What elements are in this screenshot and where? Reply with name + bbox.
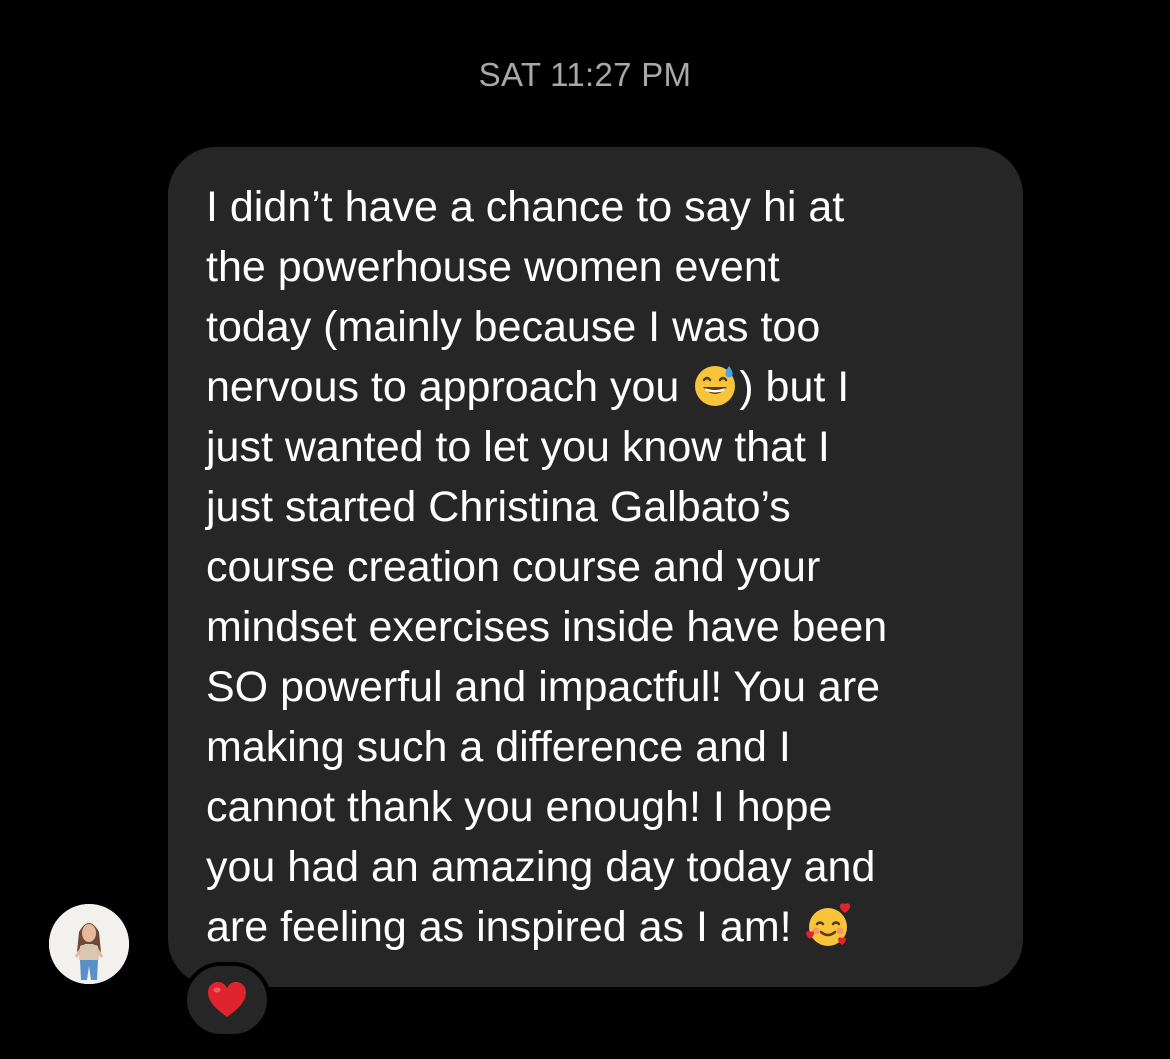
message-line: mindset exercises inside have been [206,603,888,651]
reaction-badge[interactable] [183,962,271,1038]
message-line: just wanted to let you know that I [206,423,830,471]
message-line: course creation course and your [206,543,821,591]
message-text: I didn’t have a chance to say hi at the … [206,177,993,957]
message-line-segment: are feeling as inspired as I am! [206,903,804,951]
message-line: cannot thank you enough! I hope [206,783,833,831]
sender-avatar[interactable] [49,904,129,984]
message-line: SO powerful and impactful! You are [206,663,881,711]
message-line-segment: ) but I [739,363,850,411]
message-line: are feeling as inspired as I am! [206,897,993,957]
smiling-face-with-hearts-emoji [805,903,850,946]
avatar-image [49,904,129,984]
message-line: nervous to approach you ) but I [206,357,993,417]
message-line: you had an amazing day today and [206,843,876,891]
grinning-sweat-emoji [695,366,736,406]
message-row: I didn’t have a chance to say hi at the … [0,0,1170,1059]
message-line-segment: nervous to approach you [206,363,692,411]
message-line: today (mainly because I was too [206,303,821,351]
message-bubble[interactable]: I didn’t have a chance to say hi at the … [168,147,1023,987]
message-line: just started Christina Galbato’s [206,483,791,531]
message-line: I didn’t have a chance to say hi at [206,183,845,231]
red-heart-icon [208,982,246,1017]
message-line: making such a difference and I [206,723,791,771]
message-line: the powerhouse women event [206,243,780,291]
